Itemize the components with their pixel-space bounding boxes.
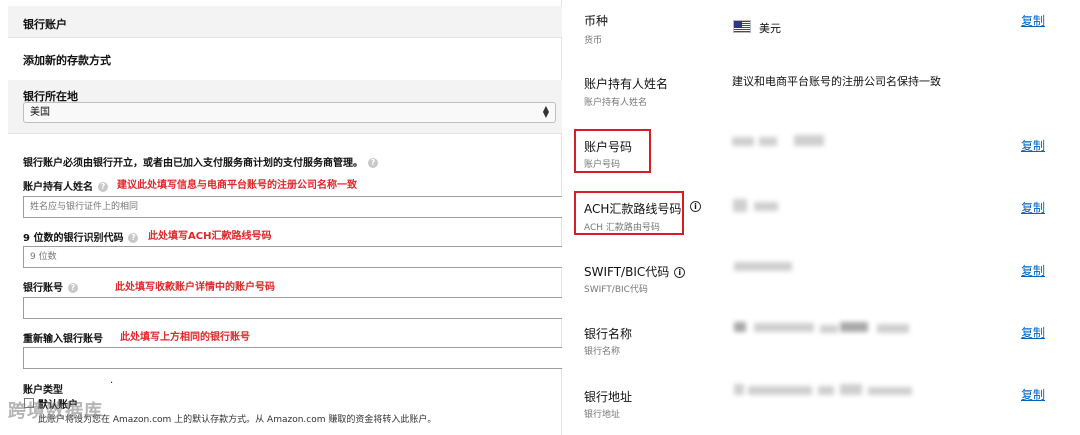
account-number-input[interactable]: [23, 297, 565, 319]
blurred-value: [754, 323, 814, 332]
holder-name-annotation: 建议此处填写信息与电商平台账号的注册公司名称一致: [117, 180, 357, 191]
help-icon[interactable]: ?: [68, 283, 78, 293]
bank-account-form-panel: 银行账户 添加新的存款方式 银行所在地 美国 ▲ ▼ 银行账户必须由银行开立，或者…: [0, 0, 565, 435]
reenter-account-label: 重新输入银行账号: [23, 334, 103, 345]
bank-location-section: 银行所在地 美国 ▲ ▼: [8, 80, 562, 134]
routing-number-input[interactable]: 9 位数: [23, 246, 565, 268]
bank-notice-text: 银行账户必须由银行开立，或者由已加入支付服务商计划的支付服务商管理。: [23, 158, 363, 169]
bank-notice: 银行账户必须由银行开立，或者由已加入支付服务商计划的支付服务商管理。?: [23, 154, 378, 169]
routing-number-label: 9 位数的银行识别代码?: [23, 229, 139, 244]
swift-row-label-text: SWIFT/BIC代码: [584, 265, 670, 279]
holder-name-label-text: 账户持有人姓名: [23, 182, 93, 193]
blurred-value: [734, 262, 792, 271]
blurred-value: [794, 135, 824, 146]
copy-currency-link[interactable]: 复制: [1021, 12, 1045, 29]
holder-name-label: 账户持有人姓名?: [23, 178, 108, 193]
holder-name-placeholder: 姓名应与银行证件上的相同: [30, 202, 139, 212]
swift-row-sublabel: SWIFT/BIC代码: [584, 285, 648, 295]
blurred-value: [759, 137, 777, 146]
account-number-label: 银行账号?: [23, 279, 78, 294]
blurred-value: [734, 322, 746, 332]
holder-name-row-sublabel: 账户持有人姓名: [584, 98, 648, 108]
info-icon[interactable]: i: [690, 201, 701, 212]
us-flag-icon: [733, 20, 751, 33]
ach-routing-row-label: ACH汇款路线号码: [584, 200, 681, 217]
account-number-row-sublabel: 账户号码: [584, 160, 621, 170]
holder-name-row-value: 建议和电商平台账号的注册公司名保持一致: [732, 75, 941, 88]
bank-address-row-label: 银行地址: [584, 390, 633, 404]
bank-location-select[interactable]: 美国 ▲ ▼: [23, 102, 556, 123]
blurred-value: [754, 202, 778, 211]
blurred-value: [820, 325, 838, 333]
bank-address-row-sublabel: 银行地址: [584, 410, 621, 420]
blurred-value: [840, 322, 868, 332]
blurred-value: [868, 387, 912, 395]
currency-sublabel: 货币: [584, 36, 603, 46]
routing-number-label-text: 9 位数的银行识别代码: [23, 233, 124, 244]
section-title: 银行账户: [23, 18, 67, 31]
copy-ach-routing-link[interactable]: 复制: [1021, 199, 1045, 216]
account-number-annotation: 此处填写收款账户详情中的账户号码: [115, 282, 275, 293]
account-details-panel: 币种 货币 美元 复制 账户持有人姓名 账户持有人姓名 建议和电商平台账号的注册…: [562, 0, 1080, 435]
reenter-account-annotation: 此处填写上方相同的银行账号: [120, 332, 250, 343]
account-type-label: 账户类型: [23, 385, 63, 396]
watermark: 跨境数据库: [8, 401, 103, 422]
copy-swift-link[interactable]: 复制: [1021, 262, 1045, 279]
copy-bank-address-link[interactable]: 复制: [1021, 386, 1045, 403]
routing-number-placeholder: 9 位数: [30, 252, 57, 262]
reenter-account-input[interactable]: [23, 347, 565, 369]
section-header: 银行账户: [8, 6, 562, 38]
holder-name-row-label: 账户持有人姓名: [584, 77, 669, 91]
blurred-value: [732, 137, 754, 146]
copy-bank-name-link[interactable]: 复制: [1021, 324, 1045, 341]
bank-name-row-label: 银行名称: [584, 327, 633, 341]
ach-routing-row-label-text: ACH汇款路线号码: [584, 202, 682, 216]
add-deposit-method-title: 添加新的存款方式: [23, 54, 111, 67]
help-icon[interactable]: ?: [98, 182, 108, 192]
blurred-value: [733, 199, 747, 212]
info-icon[interactable]: i: [674, 267, 686, 278]
select-arrows-icon: ▲ ▼: [542, 104, 549, 119]
routing-number-annotation: 此处填写ACH汇款路线号码: [148, 231, 272, 242]
help-icon[interactable]: ?: [368, 158, 378, 168]
bank-name-row-sublabel: 银行名称: [584, 347, 621, 357]
copy-account-number-link[interactable]: 复制: [1021, 137, 1045, 154]
account-type-value: ·: [110, 378, 114, 389]
account-number-label-text: 银行账号: [23, 283, 63, 294]
blurred-value: [840, 384, 862, 395]
blurred-value: [748, 386, 812, 395]
currency-value: 美元: [759, 22, 781, 35]
account-number-row-label: 账户号码: [584, 140, 633, 154]
bank-location-value: 美国: [30, 107, 50, 118]
currency-label: 币种: [584, 14, 609, 28]
blurred-value: [818, 386, 834, 395]
ach-routing-row-sublabel: ACH 汇款路由号码: [584, 223, 660, 233]
holder-name-input[interactable]: 姓名应与银行证件上的相同: [23, 196, 565, 218]
swift-row-label: SWIFT/BIC代码 i: [584, 263, 686, 280]
blurred-value: [877, 324, 909, 333]
help-icon[interactable]: ?: [128, 233, 139, 243]
blurred-value: [734, 384, 744, 395]
